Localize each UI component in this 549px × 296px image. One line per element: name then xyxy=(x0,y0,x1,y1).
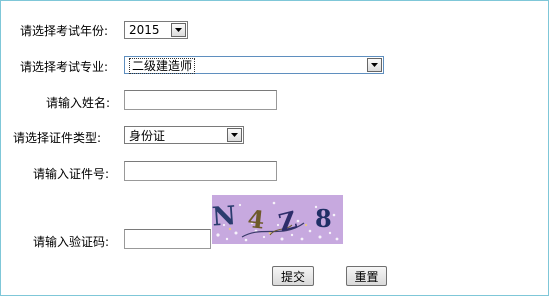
reset-button[interactable]: 重置 xyxy=(346,266,387,286)
exam-year-label: 请选择考试年份: xyxy=(20,24,109,38)
captcha-image[interactable]: N 4 Z 8 xyxy=(212,195,343,244)
captcha-char-2: 4 xyxy=(246,204,266,235)
id-type-label: 请选择证件类型: xyxy=(13,131,102,145)
chevron-down-icon[interactable] xyxy=(171,23,186,37)
chevron-down-icon[interactable] xyxy=(227,128,242,142)
query-form-panel: 请选择考试年份: 2015 请选择考试专业: 二级建造师 请输入姓名: 请选择证… xyxy=(0,0,549,296)
submit-button[interactable]: 提交 xyxy=(272,266,314,286)
captcha-char-1: N xyxy=(212,201,237,233)
name-input[interactable] xyxy=(124,90,277,110)
exam-year-value: 2015 xyxy=(129,23,160,37)
name-label: 请输入姓名: xyxy=(46,96,111,110)
captcha-label: 请输入验证码: xyxy=(33,235,110,249)
id-type-select[interactable]: 身份证 xyxy=(124,126,244,144)
captcha-char-4: 8 xyxy=(315,204,332,233)
exam-major-label: 请选择考试专业: xyxy=(20,60,109,74)
id-number-input[interactable] xyxy=(124,161,277,181)
id-type-value: 身份证 xyxy=(129,128,166,143)
captcha-input[interactable] xyxy=(124,229,211,249)
exam-major-value: 二级建造师 xyxy=(129,57,196,74)
id-number-label: 请输入证件号: xyxy=(33,167,110,181)
exam-year-select[interactable]: 2015 xyxy=(124,21,188,39)
chevron-down-icon[interactable] xyxy=(367,58,382,72)
exam-major-select[interactable]: 二级建造师 xyxy=(124,56,384,74)
